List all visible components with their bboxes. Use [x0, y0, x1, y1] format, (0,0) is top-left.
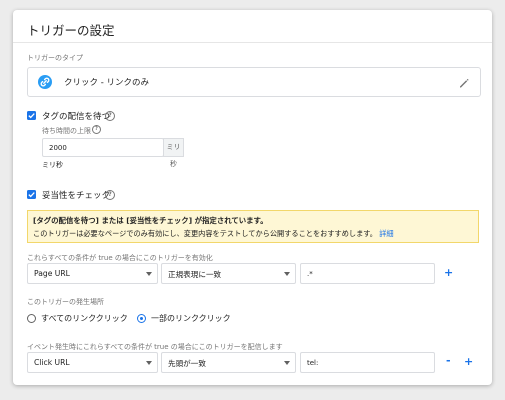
fire-variable-select[interactable]: Click URL: [27, 352, 158, 373]
chevron-down-icon: [284, 361, 290, 365]
enable-operator-select[interactable]: 正規表現に一致: [161, 263, 296, 284]
fire-value-input[interactable]: tel:: [300, 352, 435, 373]
trigger-type-selector[interactable]: クリック - リンクのみ: [27, 67, 481, 97]
wait-for-tags-label: タグの配信を待つ: [42, 112, 111, 122]
enable-operator-value: 正規表現に一致: [168, 270, 222, 279]
max-wait-label: 待ち時間の上限: [42, 127, 91, 135]
warning-body: このトリガーは必要なページでのみ有効にし、変更内容をテストしてから公開することを…: [33, 229, 394, 239]
trigger-type-value: クリック - リンクのみ: [64, 78, 149, 88]
fire-operator-select[interactable]: 先頭が一致: [161, 352, 296, 373]
enable-conditions-label: これらすべての条件が true の場合にこのトリガーを有効化: [27, 254, 213, 262]
max-wait-value: 2000: [49, 144, 67, 152]
enable-value-text: .*: [307, 270, 313, 278]
help-icon[interactable]: ?: [92, 125, 101, 134]
all-link-clicks-label: すべてのリンククリック: [41, 314, 128, 323]
fire-variable-value: Click URL: [34, 358, 70, 367]
all-link-clicks-radio[interactable]: [27, 314, 36, 323]
wait-for-tags-checkbox[interactable]: [27, 111, 36, 120]
help-icon[interactable]: ?: [105, 111, 115, 121]
fire-conditions-label: イベント発生時にこれらすべての条件が true の場合にこのトリガーを配信します: [27, 343, 283, 351]
chevron-down-icon: [284, 272, 290, 276]
unit-suffix: ミリ秒: [163, 138, 184, 168]
remove-condition-button[interactable]: -: [446, 354, 451, 367]
title-divider: [13, 42, 492, 43]
check-validation-checkbox[interactable]: [27, 190, 36, 199]
enable-value-input[interactable]: .*: [300, 263, 435, 284]
fires-on-label: このトリガーの発生場所: [27, 298, 104, 306]
learn-more-link[interactable]: 詳細: [379, 229, 393, 238]
pencil-icon[interactable]: [458, 74, 470, 88]
link-icon: [38, 75, 52, 89]
fire-operator-value: 先頭が一致: [168, 359, 206, 368]
max-wait-input[interactable]: 2000: [42, 138, 164, 157]
warning-banner: [タグの配信を待つ] または [妥当性をチェック] が指定されています。 このト…: [27, 210, 479, 243]
chevron-down-icon: [146, 272, 152, 276]
warning-title: [タグの配信を待つ] または [妥当性をチェック] が指定されています。: [33, 216, 268, 225]
some-link-clicks-label: 一部のリンククリック: [151, 314, 231, 323]
check-validation-label: 妥当性をチェック: [42, 191, 111, 201]
trigger-type-label: トリガーのタイプ: [27, 54, 83, 62]
unit-label: ミリ秒: [42, 161, 63, 169]
trigger-config-panel: トリガーの設定 トリガーのタイプ クリック - リンクのみ タグの配信を待つ ?…: [13, 10, 492, 385]
add-condition-button[interactable]: +: [464, 355, 473, 368]
fire-value-text: tel:: [307, 359, 319, 367]
enable-variable-value: Page URL: [34, 269, 70, 278]
chevron-down-icon: [146, 361, 152, 365]
help-icon[interactable]: ?: [105, 190, 115, 200]
add-condition-button[interactable]: +: [444, 266, 453, 279]
enable-variable-select[interactable]: Page URL: [27, 263, 158, 284]
warning-body-text: このトリガーは必要なページでのみ有効にし、変更内容をテストしてから公開することを…: [33, 229, 377, 238]
panel-title: トリガーの設定: [27, 23, 115, 38]
some-link-clicks-radio[interactable]: [137, 314, 146, 323]
